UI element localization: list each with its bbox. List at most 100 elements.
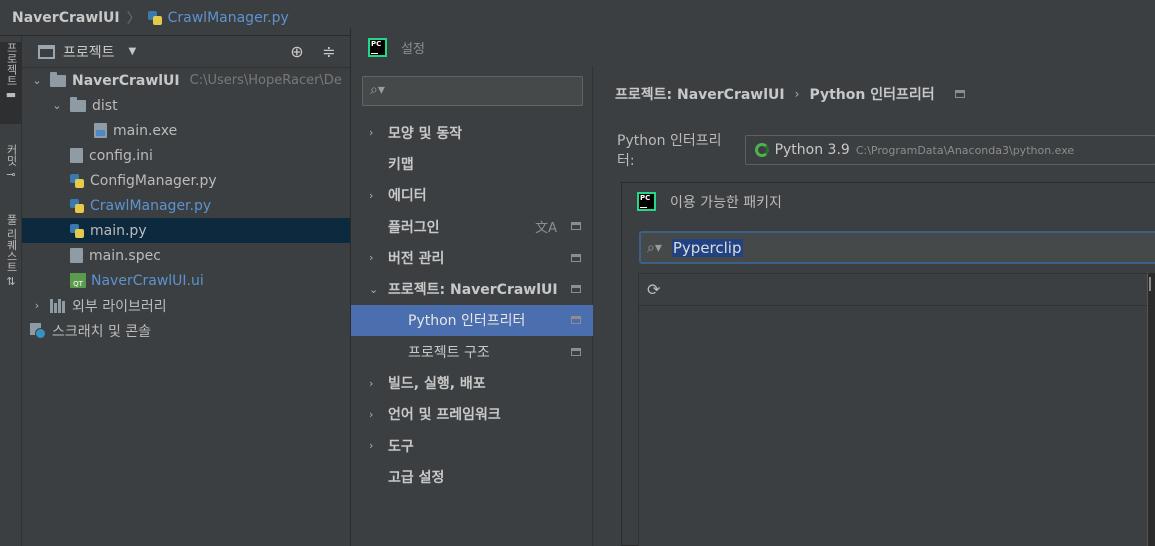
text-file-icon <box>70 148 83 163</box>
settings-nav-label: 언어 및 프레임워크 <box>388 407 501 424</box>
tree-row[interactable]: ⌄ NaverCrawlUI C:\Users\HopeRacer\De <box>22 68 350 93</box>
splitter-handle[interactable] <box>1147 273 1155 546</box>
settings-nav-item[interactable]: 키맵 <box>351 148 593 179</box>
search-icon: ⌕▾ <box>370 82 385 98</box>
view-dropdown-icon[interactable]: ▼ <box>129 46 137 57</box>
tree-row[interactable]: 스크래치 및 콘솔 <box>22 318 350 343</box>
tree-row[interactable]: main.py <box>22 218 350 243</box>
settings-nav-label: 프로젝트 구조 <box>408 344 490 361</box>
settings-nav: › 모양 및 동작키맵 › 에디터플러그인 文A › 버전 관리 ⌄ 프로젝트: NaverCr… <box>351 117 593 493</box>
tree-row[interactable]: › 외부 라이브러리 <box>22 293 350 318</box>
package-list[interactable]: ⟳ <box>638 273 1148 546</box>
settings-nav-label: 빌드, 실행, 배포 <box>388 376 486 393</box>
folder-icon <box>50 71 66 87</box>
settings-nav-item[interactable]: 고급 설정 <box>351 461 593 492</box>
crumb-project[interactable]: 프로젝트: NaverCrawlUI <box>615 84 785 104</box>
breadcrumb-separator: 〉 <box>126 10 141 27</box>
project-scope-icon <box>571 347 581 356</box>
translate-icon: 文A <box>535 220 557 236</box>
settings-nav-item[interactable]: › 언어 및 프레임워크 <box>351 399 593 430</box>
tool-tab-pull-requests[interactable]: 풀 리퀘스트 ⇅ <box>0 214 22 310</box>
chevron-down-icon[interactable]: ⌄ <box>30 74 44 87</box>
interpreter-name: Python 3.9 <box>774 142 850 158</box>
crumb-interpreter: Python 인터프리터 <box>809 87 935 103</box>
text-file-icon <box>70 248 83 263</box>
interpreter-row: Python 인터프리터: Python 3.9 C:\ProgramData\… <box>617 130 1155 170</box>
settings-titlebar: PC 설정 <box>351 28 1155 66</box>
settings-nav-label: 버전 관리 <box>388 250 445 267</box>
chevron-right-icon[interactable]: › <box>369 439 381 452</box>
settings-nav-item[interactable]: ⌄ 프로젝트: NaverCrawlUI <box>351 273 593 304</box>
settings-nav-label: 에디터 <box>388 188 427 205</box>
tree-row[interactable]: ConfigManager.py <box>22 168 350 193</box>
settings-nav-item[interactable]: › 빌드, 실행, 배포 <box>351 367 593 398</box>
chevron-right-icon[interactable]: › <box>369 251 381 264</box>
tree-item-label: CrawlManager.py <box>90 197 212 214</box>
settings-search-input[interactable]: ⌕▾ <box>362 76 583 106</box>
tree-row[interactable]: main.spec <box>22 243 350 268</box>
settings-nav-label: 플러그인 <box>388 219 440 236</box>
settings-nav-item[interactable]: Python 인터프리터 <box>351 304 593 337</box>
locate-file-icon[interactable]: ⊕ <box>288 43 306 61</box>
settings-nav-item[interactable]: › 도구 <box>351 430 593 461</box>
breadcrumb-file[interactable]: CrawlManager.py <box>147 9 289 26</box>
tool-tab-project[interactable]: 프로젝트 ▬ <box>0 42 22 124</box>
settings-nav-label: 도구 <box>388 438 414 455</box>
chevron-right-icon[interactable]: › <box>369 189 381 202</box>
settings-nav-item[interactable]: › 버전 관리 <box>351 242 593 273</box>
tree-row[interactable]: QT NaverCrawlUI.ui <box>22 268 350 293</box>
tree-item-label: main.spec <box>89 247 161 264</box>
tool-tab-pull-requests-label: 풀 리퀘스트 <box>5 214 18 273</box>
breadcrumb-file-label: CrawlManager.py <box>167 9 289 26</box>
project-scope-icon <box>954 90 965 98</box>
package-search-input[interactable]: ⌕▾ Pyperclip <box>639 231 1155 264</box>
project-tree: ⌄ NaverCrawlUI C:\Users\HopeRacer\De ⌄ dist m… <box>22 68 350 343</box>
interpreter-select[interactable]: Python 3.9 C:\ProgramData\Anaconda3\pyth… <box>744 135 1155 165</box>
pycharm-logo-icon: PC <box>637 192 656 211</box>
project-scope-icon <box>571 253 581 262</box>
commit-icon: ⊸ <box>6 168 16 181</box>
breadcrumb-project[interactable]: NaverCrawlUI <box>12 10 120 26</box>
folder-icon <box>70 96 86 112</box>
settings-nav-item[interactable]: 플러그인 文A <box>351 211 593 242</box>
scratch-console-icon <box>30 322 46 339</box>
settings-nav-label: 프로젝트: NaverCrawlUI <box>388 282 558 299</box>
tree-item-label: NaverCrawlUI.ui <box>91 272 204 289</box>
tree-item-label: 외부 라이브러리 <box>72 298 167 315</box>
tree-item-label: NaverCrawlUI <box>72 72 180 89</box>
chevron-right-icon: › <box>794 87 800 101</box>
refresh-icon[interactable]: ⟳ <box>647 280 660 299</box>
tree-row[interactable]: CrawlManager.py <box>22 193 350 218</box>
loading-spinner-icon <box>754 143 769 157</box>
available-packages-dialog: PC 이용 가능한 패키지 ⌕▾ Pyperclip ⟳ <box>621 182 1155 546</box>
chevron-right-icon[interactable]: › <box>369 377 381 390</box>
chevron-down-icon[interactable]: ⌄ <box>369 283 381 296</box>
collapse-all-icon[interactable]: ≑ <box>320 43 338 61</box>
tree-row[interactable]: config.ini <box>22 143 350 168</box>
chevron-down-icon[interactable]: ⌄ <box>50 99 64 112</box>
project-panel-header: 프로젝트 ▼ ⊕ ≑ <box>22 36 350 68</box>
tool-window-strip: 프로젝트 ▬ 커밋 ⊸ 풀 리퀘스트 ⇅ <box>0 36 22 546</box>
settings-nav-item[interactable]: › 에디터 <box>351 180 593 211</box>
settings-nav-item[interactable]: 프로젝트 구조 <box>351 336 593 367</box>
project-tool-window: 프로젝트 ▼ ⊕ ≑ ⌄ NaverCrawlUI C:\Users\HopeRac… <box>22 36 350 546</box>
tree-item-label: main.py <box>90 222 147 239</box>
project-scope-icon <box>571 316 581 325</box>
interpreter-path: C:\ProgramData\Anaconda3\python.exe <box>855 143 1075 157</box>
chevron-right-icon[interactable]: › <box>369 126 381 139</box>
pycharm-logo-icon: PC <box>368 37 387 57</box>
interpreter-label: Python 인터프리터: <box>617 133 722 169</box>
settings-nav-label: Python 인터프리터 <box>408 313 526 330</box>
project-window-icon <box>38 44 55 59</box>
tree-row[interactable]: main.exe <box>22 118 350 143</box>
chevron-right-icon[interactable]: › <box>369 408 381 421</box>
settings-title: 설정 <box>401 41 425 57</box>
tree-row[interactable]: ⌄ dist <box>22 93 350 118</box>
chevron-right-icon[interactable]: › <box>30 299 44 312</box>
settings-nav-item[interactable]: › 모양 및 동작 <box>351 117 593 148</box>
settings-nav-label: 키맵 <box>388 156 414 173</box>
tool-tab-commit[interactable]: 커밋 ⊸ <box>0 144 22 192</box>
project-panel-title[interactable]: 프로젝트 <box>63 42 115 62</box>
packages-titlebar: PC 이용 가능한 패키지 <box>622 183 1155 220</box>
project-path-hint: C:\Users\HopeRacer\De <box>189 73 342 88</box>
